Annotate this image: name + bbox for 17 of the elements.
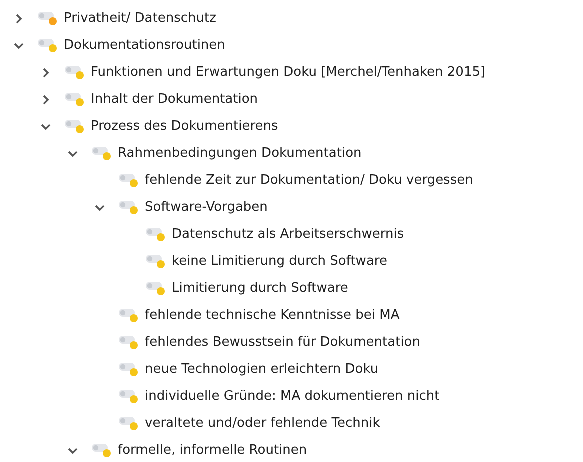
code-label[interactable]: neue Technologien erleichtern Doku xyxy=(145,362,379,377)
code-label[interactable]: fehlende technische Kenntnisse bei MA xyxy=(145,308,400,323)
code-label[interactable]: fehlende Zeit zur Dokumentation/ Doku vergessen xyxy=(145,173,474,188)
code-label[interactable]: Privatheit/ Datenschutz xyxy=(64,11,216,26)
code-label[interactable]: Limitierung durch Software xyxy=(172,281,348,296)
code-label[interactable]: formelle, informelle Routinen xyxy=(118,443,308,458)
code-label[interactable]: Datenschutz als Arbeitserschwernis xyxy=(172,227,404,242)
code-label[interactable]: veraltete und/oder fehlende Technik xyxy=(145,416,380,431)
code-label[interactable]: Funktionen und Erwartungen Doku [Merchel/Tenhaken 2015] xyxy=(91,65,486,80)
code-label[interactable]: keine Limitierung durch Software xyxy=(172,254,388,269)
code-label[interactable]: Rahmenbedingungen Dokumentation xyxy=(118,146,362,161)
code-label[interactable]: Prozess des Dokumentierens xyxy=(91,119,278,134)
code-label[interactable]: Software-Vorgaben xyxy=(145,200,268,215)
code-label[interactable]: fehlendes Bewusstsein für Dokumentation xyxy=(145,335,420,350)
code-label[interactable]: individuelle Gründe: MA dokumentieren nicht xyxy=(145,389,440,404)
code-label[interactable]: Inhalt der Dokumentation xyxy=(91,92,258,107)
code-label[interactable]: Dokumentationsroutinen xyxy=(64,38,226,53)
